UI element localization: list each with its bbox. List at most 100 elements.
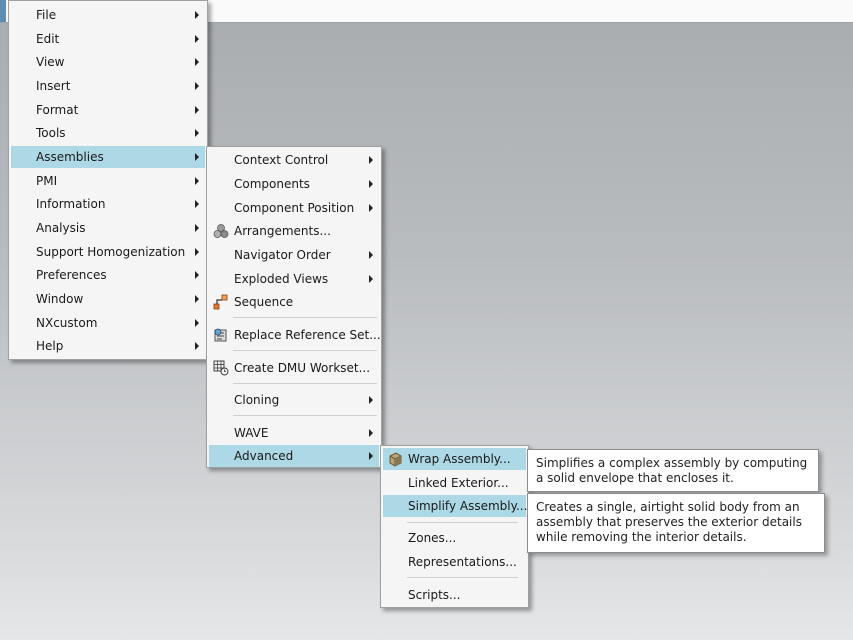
menu-item-component-position[interactable]: Component Position xyxy=(209,197,379,219)
main-menu: File Edit View Insert Format Tools Assem… xyxy=(8,0,208,360)
menu-item-label: NXcustom xyxy=(36,316,98,330)
menu-separator xyxy=(233,350,377,351)
sequence-icon xyxy=(213,294,228,310)
menu-item-label: Format xyxy=(36,103,79,117)
menu-item-label: Create DMU Workset... xyxy=(234,361,371,375)
menu-item-sequence[interactable]: Sequence xyxy=(209,291,379,313)
menu-item-create-dmu-workset[interactable]: Create DMU Workset... xyxy=(209,357,379,379)
menu-item-assemblies[interactable]: Assemblies xyxy=(11,146,205,168)
chevron-right-icon xyxy=(195,153,199,161)
menu-item-label: Zones... xyxy=(408,531,457,545)
menu-item-pmi[interactable]: PMI xyxy=(11,170,205,192)
menu-item-help[interactable]: Help xyxy=(11,335,205,357)
menu-item-edit[interactable]: Edit xyxy=(11,28,205,50)
chevron-right-icon xyxy=(369,204,373,212)
menu-item-label: Insert xyxy=(36,79,71,93)
dmu-workset-icon xyxy=(213,360,229,376)
menu-item-analysis[interactable]: Analysis xyxy=(11,217,205,239)
menu-item-scripts[interactable]: Scripts... xyxy=(383,584,526,606)
menu-item-label: Sequence xyxy=(234,295,294,309)
menu-item-support-homogenization[interactable]: Support Homogenization xyxy=(11,241,205,263)
menu-item-label: Linked Exterior... xyxy=(408,476,509,490)
menu-item-label: Analysis xyxy=(36,221,86,235)
menu-item-tools[interactable]: Tools xyxy=(11,122,205,144)
title-bar-accent xyxy=(0,0,6,22)
menu-item-wrap-assembly[interactable]: Wrap Assembly... xyxy=(383,448,526,470)
menu-item-view[interactable]: View xyxy=(11,51,205,73)
menu-item-label: Navigator Order xyxy=(234,248,331,262)
menu-item-preferences[interactable]: Preferences xyxy=(11,264,205,286)
menu-item-label: Information xyxy=(36,197,106,211)
chevron-right-icon xyxy=(369,156,373,164)
menu-item-label: Preferences xyxy=(36,268,107,282)
menu-item-zones[interactable]: Zones... xyxy=(383,527,526,549)
menu-item-representations[interactable]: Representations... xyxy=(383,551,526,573)
menu-item-label: Assemblies xyxy=(36,150,104,164)
menu-item-label: Exploded Views xyxy=(234,272,329,286)
menu-item-label: Scripts... xyxy=(408,588,461,602)
replace-reference-set-icon xyxy=(214,328,227,342)
menu-item-wave[interactable]: WAVE xyxy=(209,422,379,444)
menu-separator xyxy=(407,577,518,578)
menu-item-advanced[interactable]: Advanced xyxy=(209,445,379,467)
menu-separator xyxy=(233,415,377,416)
menu-item-navigator-order[interactable]: Navigator Order xyxy=(209,244,379,266)
menu-item-label: WAVE xyxy=(234,426,269,440)
menu-separator xyxy=(233,383,377,384)
menu-item-format[interactable]: Format xyxy=(11,99,205,121)
chevron-right-icon xyxy=(195,129,199,137)
menu-item-arrangements[interactable]: Arrangements... xyxy=(209,220,379,242)
chevron-right-icon xyxy=(369,275,373,283)
menu-item-label: Support Homogenization xyxy=(36,245,186,259)
menu-item-label: Advanced xyxy=(234,449,294,463)
advanced-submenu: Wrap Assembly... Linked Exterior... Simp… xyxy=(380,445,529,608)
chevron-right-icon xyxy=(195,200,199,208)
chevron-right-icon xyxy=(195,82,199,90)
menu-item-cloning[interactable]: Cloning xyxy=(209,389,379,411)
menu-item-exploded-views[interactable]: Exploded Views xyxy=(209,268,379,290)
menu-item-information[interactable]: Information xyxy=(11,193,205,215)
chevron-right-icon xyxy=(369,180,373,188)
menu-item-label: Edit xyxy=(36,32,60,46)
chevron-right-icon xyxy=(195,319,199,327)
chevron-right-icon xyxy=(195,248,199,256)
menu-item-label: Replace Reference Set... xyxy=(234,328,381,342)
chevron-right-icon xyxy=(369,452,373,460)
menu-item-label: Help xyxy=(36,339,64,353)
menu-item-label: Representations... xyxy=(408,555,517,569)
menu-item-label: Window xyxy=(36,292,84,306)
menu-item-insert[interactable]: Insert xyxy=(11,75,205,97)
menu-item-label: Tools xyxy=(36,126,66,140)
tooltip-simplify-assembly: Creates a single, airtight solid body fr… xyxy=(527,493,825,553)
menu-item-file[interactable]: File xyxy=(11,4,205,26)
menu-item-label: File xyxy=(36,8,57,22)
chevron-right-icon xyxy=(369,429,373,437)
menu-separator xyxy=(233,317,377,318)
chevron-right-icon xyxy=(195,177,199,185)
chevron-right-icon xyxy=(369,396,373,404)
menu-item-context-control[interactable]: Context Control xyxy=(209,149,379,171)
menu-item-components[interactable]: Components xyxy=(209,173,379,195)
menu-item-replace-reference-set[interactable]: Replace Reference Set... xyxy=(209,324,381,346)
menu-item-label: Arrangements... xyxy=(234,224,331,238)
chevron-right-icon xyxy=(195,106,199,114)
chevron-right-icon xyxy=(195,342,199,350)
chevron-right-icon xyxy=(195,35,199,43)
menu-item-nxcustom[interactable]: NXcustom xyxy=(11,312,205,334)
menu-item-label: View xyxy=(36,55,65,69)
wrap-assembly-icon xyxy=(389,452,402,467)
menu-item-window[interactable]: Window xyxy=(11,288,205,310)
menu-item-label: PMI xyxy=(36,174,58,188)
menu-item-simplify-assembly[interactable]: Simplify Assembly... xyxy=(383,495,527,517)
menu-separator xyxy=(407,522,518,523)
arrangements-icon xyxy=(213,224,229,238)
menu-item-label: Cloning xyxy=(234,393,280,407)
assemblies-submenu: Context Control Components Component Pos… xyxy=(206,146,382,468)
menu-item-label: Components xyxy=(234,177,310,191)
menu-item-label: Context Control xyxy=(234,153,329,167)
chevron-right-icon xyxy=(195,295,199,303)
menu-item-label: Wrap Assembly... xyxy=(408,452,511,466)
chevron-right-icon xyxy=(195,58,199,66)
chevron-right-icon xyxy=(195,224,199,232)
menu-item-linked-exterior[interactable]: Linked Exterior... xyxy=(383,472,526,494)
